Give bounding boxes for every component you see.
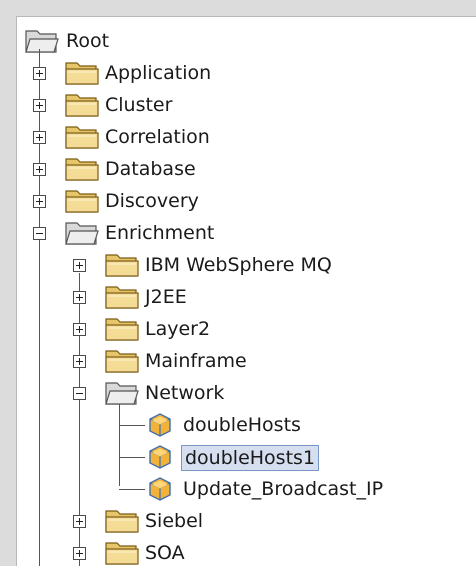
folder-icon [65, 188, 99, 214]
folder-icon [105, 316, 139, 342]
tree-node-label: J2EE [145, 286, 187, 308]
expand-toggle[interactable] [73, 323, 86, 336]
open-folder-icon [65, 220, 99, 246]
open-folder-icon [105, 380, 139, 406]
tree-node-label: Correlation [105, 126, 210, 148]
folder-icon [65, 60, 99, 86]
tree-node-label: Root [66, 30, 110, 52]
expand-toggle[interactable] [73, 355, 86, 368]
collapse-toggle[interactable] [73, 387, 86, 400]
folder-icon [105, 252, 139, 278]
expand-toggle[interactable] [73, 515, 86, 528]
tree-node-label-selected: doubleHosts1 [181, 445, 320, 471]
tree-node-label: Layer2 [145, 318, 211, 340]
tree-node-label: Application [105, 62, 212, 84]
tree-guide-line [119, 425, 145, 426]
tree-node-label: Cluster [105, 94, 173, 116]
collapse-toggle[interactable] [33, 227, 46, 240]
tree-node-label: Discovery [105, 190, 199, 212]
tree-node-label: Siebel [145, 510, 204, 532]
folder-icon [105, 508, 139, 534]
tree-node-label: Update_Broadcast_IP [183, 478, 384, 500]
tree-node-label: IBM WebSphere MQ [145, 254, 332, 276]
tree-node-label: Network [145, 382, 225, 404]
tree-node-label: Database [105, 158, 196, 180]
expand-toggle[interactable] [73, 259, 86, 272]
tree-node-label: Enrichment [105, 222, 215, 244]
expand-toggle[interactable] [33, 163, 46, 176]
folder-icon [105, 284, 139, 310]
tree-guide-line [119, 401, 120, 486]
tree-node-label: doubleHosts [183, 414, 301, 436]
expand-toggle[interactable] [73, 547, 86, 560]
rule-cube-icon [147, 412, 173, 438]
rules-tree[interactable]: Root Application Cluster Correlation Dat… [16, 16, 476, 566]
open-folder-icon [25, 28, 59, 54]
folder-icon [65, 156, 99, 182]
folder-icon [65, 92, 99, 118]
tree-node-label: SOA [145, 542, 185, 564]
expand-toggle[interactable] [33, 67, 46, 80]
folder-icon [65, 124, 99, 150]
folder-icon [105, 348, 139, 374]
tree-guide-line [119, 489, 145, 490]
tree-guide-line [39, 49, 40, 566]
tree-guide-line [119, 457, 145, 458]
folder-icon [105, 540, 139, 566]
expand-toggle[interactable] [33, 195, 46, 208]
rule-cube-icon [147, 476, 173, 502]
rule-cube-icon [147, 444, 173, 470]
expand-toggle[interactable] [33, 131, 46, 144]
tree-node-label: Mainframe [145, 350, 247, 372]
expand-toggle[interactable] [73, 291, 86, 304]
expand-toggle[interactable] [33, 99, 46, 112]
